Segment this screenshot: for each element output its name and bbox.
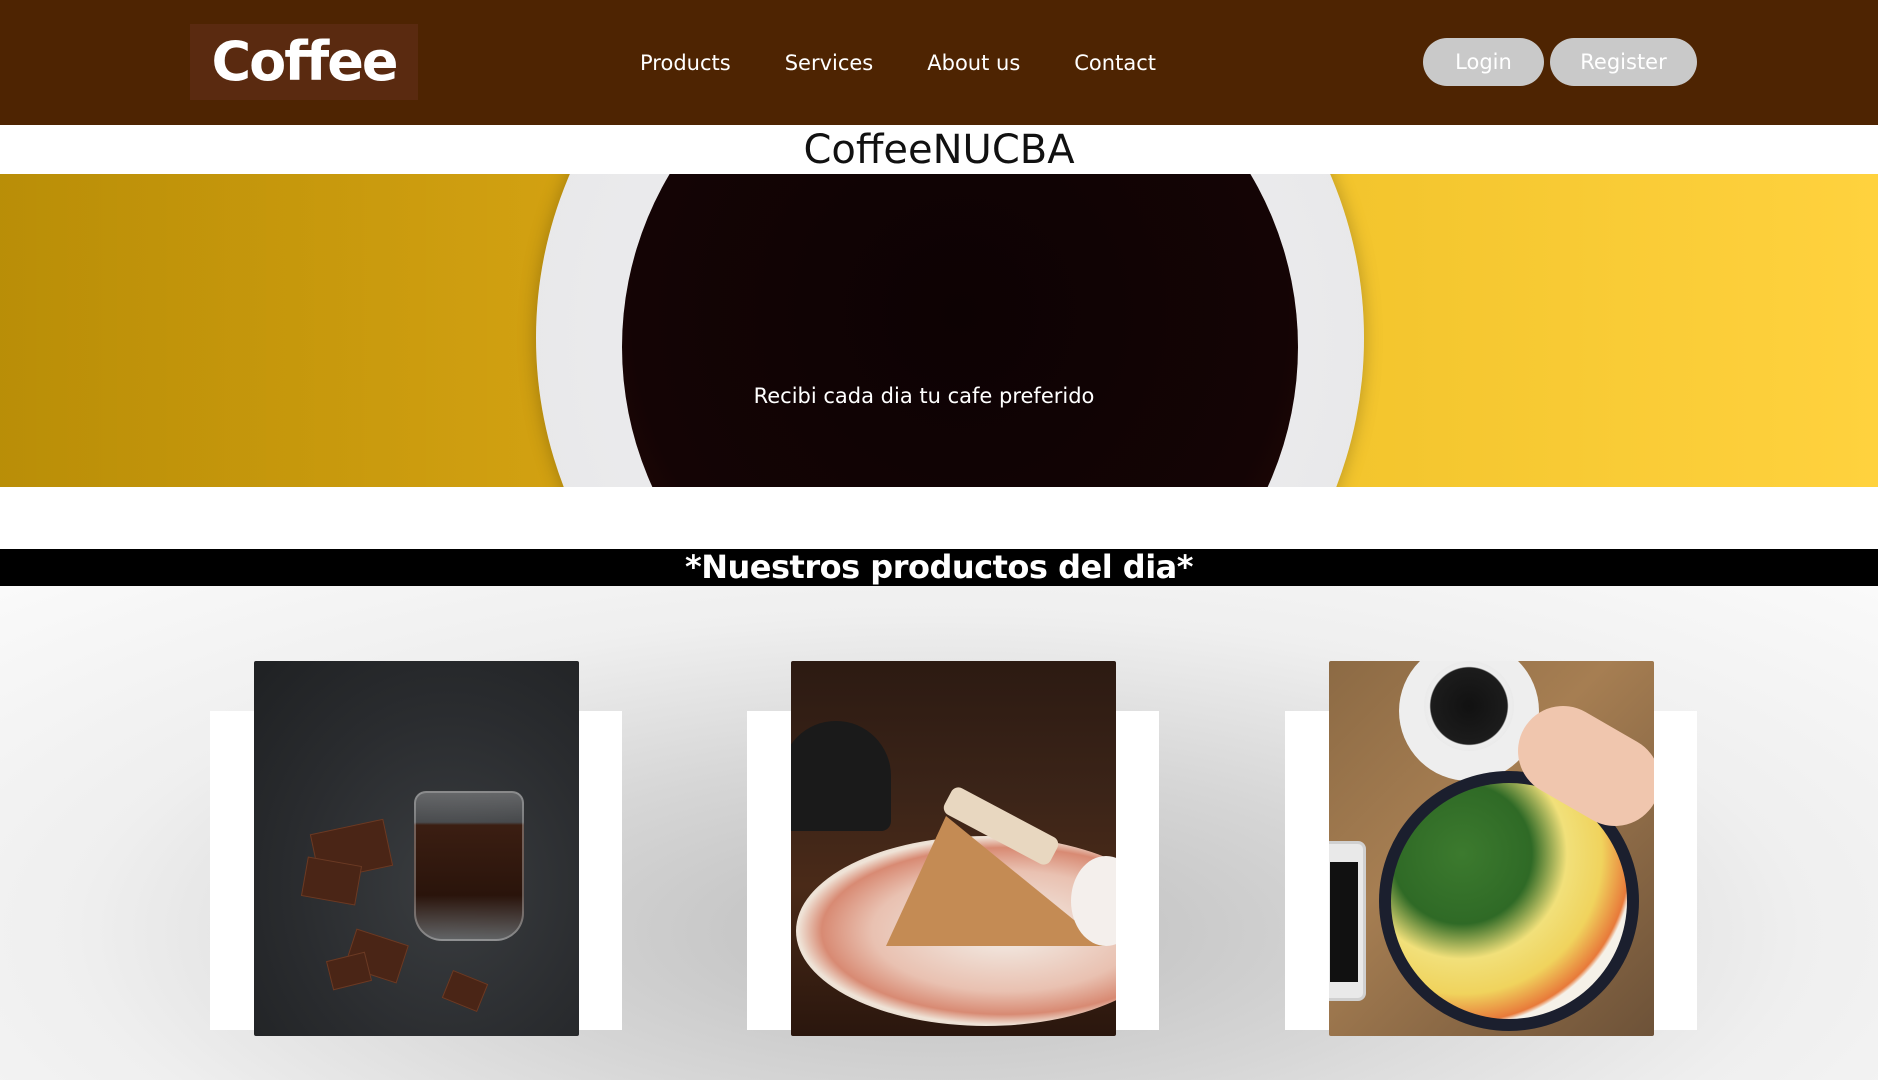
register-button[interactable]: Register (1550, 38, 1697, 86)
chocolate-piece-shape (441, 969, 489, 1013)
logo[interactable]: Coffee (190, 24, 418, 100)
phone-shape (1329, 841, 1366, 1001)
nav-link-about-us[interactable]: About us (927, 45, 1020, 81)
drink-glass-shape (414, 791, 524, 941)
nav-link-services[interactable]: Services (785, 45, 874, 81)
phone-screen-shape (1330, 862, 1358, 982)
product-card-2-image[interactable] (791, 661, 1116, 1036)
nav-link-products[interactable]: Products (640, 45, 731, 81)
product-card-1-image[interactable] (254, 661, 579, 1036)
coffee-cup-shape (1424, 661, 1514, 751)
product-card-3-image[interactable] (1329, 661, 1654, 1036)
login-button[interactable]: Login (1423, 38, 1544, 86)
logo-text: Coffee (211, 30, 399, 93)
chocolate-piece-shape (300, 856, 363, 906)
coffee-surface-image (622, 174, 1298, 487)
hero-banner: Recibi cada dia tu cafe preferido (0, 174, 1878, 487)
main-nav: Products Services About us Contact (640, 45, 1156, 81)
chocolate-piece-shape (325, 951, 373, 991)
nav-link-contact[interactable]: Contact (1074, 45, 1156, 81)
page: Coffee Products Services About us Contac… (0, 0, 1878, 1080)
coffee-cup-shape (791, 721, 891, 831)
top-navbar: Coffee Products Services About us Contac… (0, 0, 1878, 125)
site-title: CoffeeNUCBA (803, 127, 1075, 173)
hero-tagline: Recibi cada dia tu cafe preferido (753, 384, 1095, 408)
products-section-title: *Nuestros productos del dia* (0, 549, 1878, 586)
